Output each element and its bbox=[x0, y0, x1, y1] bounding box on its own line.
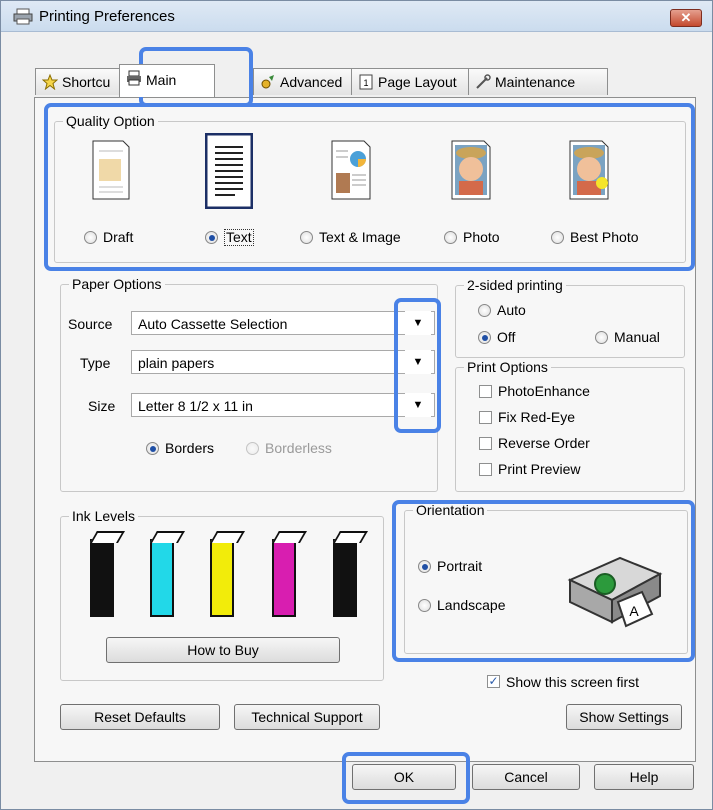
group-label: Print Options bbox=[464, 359, 551, 375]
manual-label: Manual bbox=[614, 329, 660, 345]
show-settings-button[interactable]: Show Settings bbox=[566, 704, 682, 730]
svg-text:A: A bbox=[629, 603, 639, 619]
show-screen-first-label: Show this screen first bbox=[506, 674, 640, 690]
text-quality-icon bbox=[205, 133, 253, 209]
group-label: Quality Option bbox=[63, 113, 158, 129]
size-label: Size bbox=[88, 398, 116, 414]
title-bar: Printing Preferences ✕ bbox=[1, 1, 712, 32]
ink-cartridge-black bbox=[90, 539, 114, 617]
print-preview-label: Print Preview bbox=[498, 461, 581, 477]
print-preview-checkbox[interactable] bbox=[479, 463, 492, 476]
fix-red-eye-label: Fix Red-Eye bbox=[498, 409, 576, 425]
ok-button[interactable]: OK bbox=[352, 764, 456, 790]
two-sided-printing-group: 2-sided printing bbox=[455, 277, 685, 358]
tab-maintenance[interactable]: Maintenance bbox=[468, 68, 608, 95]
star-icon bbox=[42, 74, 58, 90]
best-photo-radio[interactable] bbox=[551, 231, 564, 244]
auto-radio[interactable] bbox=[478, 304, 491, 317]
ink-cartridge-cyan bbox=[150, 539, 174, 617]
printer-orientation-icon: A bbox=[567, 556, 663, 628]
source-dropdown[interactable]: Auto Cassette Selection bbox=[131, 311, 435, 335]
text-image-label: Text & Image bbox=[319, 229, 401, 245]
chevron-down-icon[interactable]: ▼ bbox=[405, 311, 431, 335]
borders-label: Borders bbox=[165, 440, 215, 456]
cancel-button[interactable]: Cancel bbox=[472, 764, 580, 790]
group-label: Orientation bbox=[413, 502, 488, 518]
best-photo-quality-icon bbox=[569, 140, 609, 200]
tab-main[interactable]: Main bbox=[119, 64, 215, 97]
landscape-label: Landscape bbox=[437, 597, 506, 613]
photoenhance-label: PhotoEnhance bbox=[498, 383, 590, 399]
off-label: Off bbox=[497, 329, 516, 345]
type-dropdown[interactable]: plain papers bbox=[131, 350, 435, 374]
tab-label: Advanced bbox=[280, 74, 343, 90]
show-screen-first-checkbox[interactable]: ✓ bbox=[487, 675, 500, 688]
ink-cartridge-magenta bbox=[272, 539, 296, 617]
photo-quality-icon bbox=[451, 140, 491, 200]
ink-cartridge-yellow bbox=[210, 539, 234, 617]
help-button[interactable]: Help bbox=[594, 764, 694, 790]
reverse-order-label: Reverse Order bbox=[498, 435, 590, 451]
ink-cartridge-black-2 bbox=[333, 539, 357, 617]
portrait-label: Portrait bbox=[437, 558, 483, 574]
auto-label: Auto bbox=[497, 302, 526, 318]
tab-label: Shortcu bbox=[62, 74, 111, 90]
chevron-down-icon[interactable]: ▼ bbox=[405, 393, 431, 417]
photo-radio[interactable] bbox=[444, 231, 457, 244]
portrait-radio[interactable] bbox=[418, 560, 431, 573]
draft-label: Draft bbox=[103, 229, 134, 245]
tab-label: Main bbox=[146, 72, 177, 88]
tab-label: Page Layout bbox=[378, 74, 457, 90]
group-label: Ink Levels bbox=[69, 508, 139, 524]
chevron-down-icon[interactable]: ▼ bbox=[405, 350, 431, 374]
printer-icon bbox=[13, 8, 33, 25]
how-to-buy-button[interactable]: How to Buy bbox=[106, 637, 340, 663]
source-label: Source bbox=[68, 316, 113, 332]
wrench-icon bbox=[476, 74, 491, 89]
borderless-radio bbox=[246, 442, 259, 455]
tab-label: Maintenance bbox=[495, 74, 576, 90]
borders-radio[interactable] bbox=[146, 442, 159, 455]
text-radio[interactable] bbox=[205, 231, 218, 244]
photoenhance-checkbox[interactable] bbox=[479, 385, 492, 398]
off-radio[interactable] bbox=[478, 331, 491, 344]
size-dropdown[interactable]: Letter 8 1/2 x 11 in bbox=[131, 393, 435, 417]
text-image-radio[interactable] bbox=[300, 231, 313, 244]
manual-radio[interactable] bbox=[595, 331, 608, 344]
draft-radio[interactable] bbox=[84, 231, 97, 244]
text-image-quality-icon bbox=[331, 140, 371, 200]
best-photo-label: Best Photo bbox=[570, 229, 639, 245]
landscape-radio[interactable] bbox=[418, 599, 431, 612]
type-label: Type bbox=[80, 355, 111, 371]
group-label: Paper Options bbox=[69, 276, 165, 292]
group-label: 2-sided printing bbox=[464, 277, 566, 293]
page-layout-icon: 1 bbox=[359, 74, 373, 90]
fix-red-eye-checkbox[interactable] bbox=[479, 411, 492, 424]
svg-text:1: 1 bbox=[363, 78, 368, 88]
photo-label: Photo bbox=[463, 229, 500, 245]
draft-quality-icon bbox=[92, 140, 130, 200]
window-title: Printing Preferences bbox=[39, 8, 175, 25]
advanced-icon bbox=[261, 75, 274, 89]
technical-support-button[interactable]: Technical Support bbox=[234, 704, 380, 730]
reverse-order-checkbox[interactable] bbox=[479, 437, 492, 450]
text-label: Text bbox=[224, 229, 254, 246]
reset-defaults-button[interactable]: Reset Defaults bbox=[60, 704, 220, 730]
close-button[interactable]: ✕ bbox=[670, 9, 702, 27]
printer-icon bbox=[127, 70, 141, 86]
borderless-label: Borderless bbox=[265, 440, 332, 456]
